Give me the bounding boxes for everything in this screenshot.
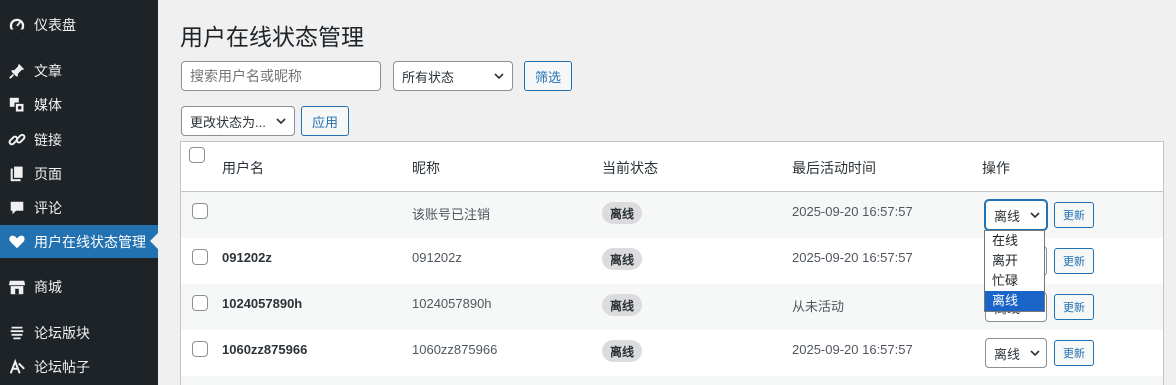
row-username: 091202z [222,250,272,265]
comment-icon [7,198,27,218]
admin-sidebar: 仪表盘 文章 媒体 链接 页面 评论 用户在线状态管理 商城 论坛版块 论坛帖子 [0,0,158,385]
sidebar-item-posts[interactable]: 文章 [0,55,158,87]
header-username: 用户名 [222,160,264,176]
option-away[interactable]: 离开 [985,251,1044,271]
page-title: 用户在线状态管理 [180,24,364,50]
row-status-value: 离线 [994,208,1021,224]
sidebar-item-pages[interactable]: 页面 [0,158,158,190]
sidebar-item-label: 评论 [34,200,62,216]
page-icon [7,164,27,184]
row-status-value: 离线 [994,346,1021,362]
table-row: 1060zz875966 1060zz875966 离线 2025-09-20 … [181,330,1163,376]
row-username: 1024057890h [222,296,303,311]
bulk-status-select[interactable]: 更改状态为... [181,106,295,136]
pin-icon [7,61,27,81]
row-nickname: 该账号已注销 [412,207,491,222]
row-last-active: 从未活动 [792,299,845,314]
row-nickname: 1060zz875966 [412,342,498,357]
sidebar-item-media[interactable]: 媒体 [0,89,158,121]
sidebar-item-store[interactable]: 商城 [0,271,158,303]
status-filter-value: 所有状态 [402,69,455,85]
sidebar-item-label: 文章 [34,63,62,79]
status-dropdown-list[interactable]: 在线 离开 忙碌 离线 [984,230,1045,312]
row-checkbox[interactable] [192,203,208,219]
status-badge: 离线 [602,248,643,270]
update-button[interactable]: 更新 [1054,202,1094,228]
chevron-down-icon [494,73,504,80]
forum-icon [7,323,27,343]
row-username: 1060zz875966 [222,342,308,357]
header-last-active: 最后活动时间 [792,160,876,176]
row-last-active: 2025-09-20 16:57:57 [792,250,913,265]
row-checkbox[interactable] [192,295,208,311]
sidebar-item-label: 页面 [34,166,62,182]
filter-button[interactable]: 筛选 [524,61,572,91]
media-icon [7,95,27,115]
select-all-checkbox[interactable] [189,147,205,163]
heart-icon [7,232,27,252]
topic-icon [7,357,27,377]
option-busy[interactable]: 忙碌 [985,271,1044,291]
row-nickname: 1024057890h [412,296,492,311]
sidebar-item-user-status[interactable]: 用户在线状态管理 [0,225,158,258]
sidebar-item-label: 用户在线状态管理 [34,233,146,250]
row-status-select[interactable]: 离线 [985,338,1047,368]
sidebar-item-comments[interactable]: 评论 [0,192,158,224]
option-offline[interactable]: 离线 [985,291,1044,311]
header-actions: 操作 [982,160,1010,176]
sidebar-item-label: 媒体 [34,97,62,113]
row-nickname: 091202z [412,250,462,265]
store-icon [7,277,27,297]
row-checkbox[interactable] [192,341,208,357]
chevron-down-icon [1030,350,1040,357]
apply-button[interactable]: 应用 [301,106,349,136]
status-badge: 离线 [602,202,643,224]
sidebar-item-label: 论坛版块 [34,325,90,341]
row-last-active: 2025-09-20 16:57:57 [792,204,913,219]
sidebar-item-links[interactable]: 链接 [0,124,158,156]
sidebar-item-label: 商城 [34,279,62,295]
status-badge: 离线 [602,340,643,362]
table-header: 用户名 昵称 当前状态 最后活动时间 操作 [181,142,1163,192]
sidebar-item-label: 仪表盘 [34,17,76,33]
dashboard-icon [7,15,27,35]
row-status-select[interactable]: 离线 [985,200,1047,230]
chevron-down-icon [276,118,286,125]
update-button[interactable]: 更新 [1054,294,1094,320]
sidebar-item-dashboard[interactable]: 仪表盘 [0,9,158,41]
chevron-down-icon [1030,212,1040,219]
update-button[interactable]: 更新 [1054,248,1094,274]
bulk-status-value: 更改状态为... [190,114,266,130]
table-row [181,376,1163,385]
option-online[interactable]: 在线 [985,231,1044,251]
status-badge: 离线 [602,294,643,316]
link-icon [7,130,27,150]
sidebar-item-forums[interactable]: 论坛版块 [0,317,158,349]
header-status: 当前状态 [602,160,658,176]
row-last-active: 2025-09-20 16:57:57 [792,342,913,357]
sidebar-item-label: 论坛帖子 [34,359,90,375]
sidebar-item-topics[interactable]: 论坛帖子 [0,351,158,383]
search-input[interactable] [181,61,381,91]
update-button[interactable]: 更新 [1054,340,1094,366]
header-nickname: 昵称 [412,160,440,176]
sidebar-item-label: 链接 [34,132,62,148]
status-filter-select[interactable]: 所有状态 [393,61,513,91]
main-content: 用户在线状态管理 所有状态 筛选 更改状态为... 应用 用户名 昵称 当前状态… [158,0,1176,385]
row-checkbox[interactable] [192,249,208,265]
